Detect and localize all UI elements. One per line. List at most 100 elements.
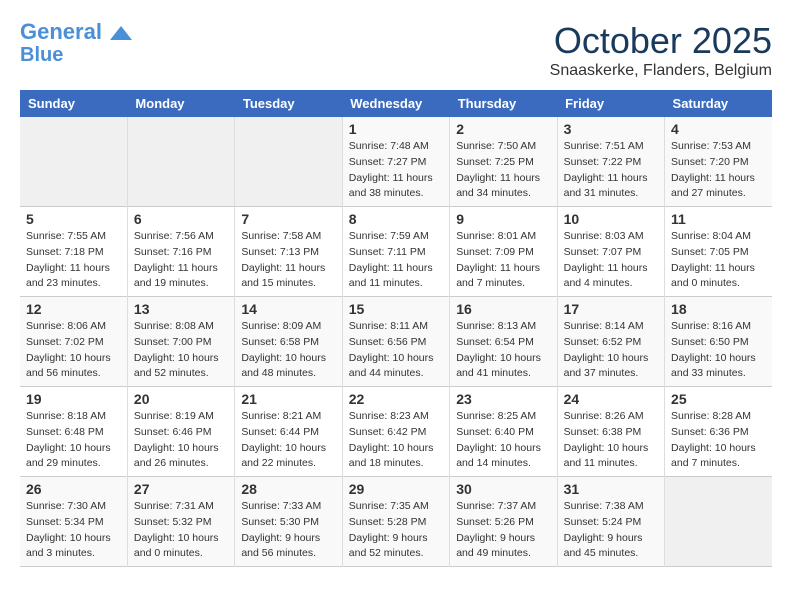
day-number: 20 bbox=[134, 391, 228, 407]
calendar-cell: 7 Sunrise: 7:58 AM Sunset: 7:13 PM Daylig… bbox=[235, 207, 342, 297]
day-info: Sunrise: 8:14 AM Sunset: 6:52 PM Dayligh… bbox=[564, 319, 658, 382]
calendar-cell: 12Sunrise: 8:06 AM Sunset: 7:02 PM Dayli… bbox=[20, 297, 127, 387]
day-header-saturday: Saturday bbox=[665, 90, 772, 117]
day-number: 11 bbox=[671, 211, 766, 227]
calendar-cell: 23Sunrise: 8:25 AM Sunset: 6:40 PM Dayli… bbox=[450, 387, 557, 477]
calendar-cell bbox=[127, 117, 234, 207]
day-number: 29 bbox=[349, 481, 443, 497]
calendar-cell: 29 Sunrise: 7:35 AM Sunset: 5:28 PM Dayli… bbox=[342, 477, 449, 567]
day-number: 8 bbox=[349, 211, 443, 227]
calendar-week-4: 26Sunrise: 7:30 AM Sunset: 5:34 PM Dayli… bbox=[20, 477, 772, 567]
calendar-cell: 22 Sunrise: 8:23 AM Sunset: 6:42 PM Dayli… bbox=[342, 387, 449, 477]
calendar-cell: 19 Sunrise: 8:18 AM Sunset: 6:48 PM Dayli… bbox=[20, 387, 127, 477]
calendar-cell: 3 Sunrise: 7:51 AM Sunset: 7:22 PM Daylig… bbox=[557, 117, 664, 207]
calendar-cell: 17Sunrise: 8:14 AM Sunset: 6:52 PM Dayli… bbox=[557, 297, 664, 387]
title-area: October 2025 Snaaskerke, Flanders, Belgi… bbox=[550, 20, 772, 80]
calendar-cell: 31 Sunrise: 7:38 AM Sunset: 5:24 PM Dayli… bbox=[557, 477, 664, 567]
month-title: October 2025 bbox=[550, 20, 772, 62]
day-number: 15 bbox=[349, 301, 443, 317]
calendar-cell: 14 Sunrise: 8:09 AM Sunset: 6:58 PM Dayli… bbox=[235, 297, 342, 387]
calendar-cell: 30 Sunrise: 7:37 AM Sunset: 5:26 PM Dayli… bbox=[450, 477, 557, 567]
day-number: 6 bbox=[134, 211, 228, 227]
day-info: Sunrise: 8:28 AM Sunset: 6:36 PM Dayligh… bbox=[671, 409, 766, 472]
logo-blue: Blue bbox=[20, 44, 63, 66]
day-info: Sunrise: 8:08 AM Sunset: 7:00 PM Dayligh… bbox=[134, 319, 228, 382]
location-title: Snaaskerke, Flanders, Belgium bbox=[550, 62, 772, 80]
day-header-monday: Monday bbox=[127, 90, 234, 117]
day-number: 21 bbox=[241, 391, 335, 407]
day-header-sunday: Sunday bbox=[20, 90, 127, 117]
day-info: Sunrise: 8:13 AM Sunset: 6:54 PM Dayligh… bbox=[456, 319, 550, 382]
calendar-cell: 4 Sunrise: 7:53 AM Sunset: 7:20 PM Daylig… bbox=[665, 117, 772, 207]
day-info: Sunrise: 7:50 AM Sunset: 7:25 PM Dayligh… bbox=[456, 139, 550, 202]
day-info: Sunrise: 8:11 AM Sunset: 6:56 PM Dayligh… bbox=[349, 319, 443, 382]
day-info: Sunrise: 7:31 AM Sunset: 5:32 PM Dayligh… bbox=[134, 499, 228, 562]
day-number: 4 bbox=[671, 121, 766, 137]
day-info: Sunrise: 8:23 AM Sunset: 6:42 PM Dayligh… bbox=[349, 409, 443, 472]
calendar-cell: 16 Sunrise: 8:13 AM Sunset: 6:54 PM Dayli… bbox=[450, 297, 557, 387]
day-info: Sunrise: 7:35 AM Sunset: 5:28 PM Dayligh… bbox=[349, 499, 443, 562]
calendar-cell bbox=[20, 117, 127, 207]
day-info: Sunrise: 7:48 AM Sunset: 7:27 PM Dayligh… bbox=[349, 139, 443, 202]
day-number: 19 bbox=[26, 391, 121, 407]
day-info: Sunrise: 8:18 AM Sunset: 6:48 PM Dayligh… bbox=[26, 409, 121, 472]
day-info: Sunrise: 8:21 AM Sunset: 6:44 PM Dayligh… bbox=[241, 409, 335, 472]
calendar-cell: 10Sunrise: 8:03 AM Sunset: 7:07 PM Dayli… bbox=[557, 207, 664, 297]
logo: General Blue bbox=[20, 20, 132, 66]
day-info: Sunrise: 7:51 AM Sunset: 7:22 PM Dayligh… bbox=[564, 139, 658, 202]
day-info: Sunrise: 7:58 AM Sunset: 7:13 PM Dayligh… bbox=[241, 229, 335, 292]
day-number: 9 bbox=[456, 211, 550, 227]
day-number: 7 bbox=[241, 211, 335, 227]
day-number: 14 bbox=[241, 301, 335, 317]
day-number: 28 bbox=[241, 481, 335, 497]
logo-text: General bbox=[20, 20, 132, 44]
day-info: Sunrise: 7:53 AM Sunset: 7:20 PM Dayligh… bbox=[671, 139, 766, 202]
calendar-cell: 21 Sunrise: 8:21 AM Sunset: 6:44 PM Dayli… bbox=[235, 387, 342, 477]
day-info: Sunrise: 7:55 AM Sunset: 7:18 PM Dayligh… bbox=[26, 229, 121, 292]
day-number: 31 bbox=[564, 481, 658, 497]
day-info: Sunrise: 7:59 AM Sunset: 7:11 PM Dayligh… bbox=[349, 229, 443, 292]
calendar-cell: 5 Sunrise: 7:55 AM Sunset: 7:18 PM Daylig… bbox=[20, 207, 127, 297]
calendar-cell: 11 Sunrise: 8:04 AM Sunset: 7:05 PM Dayli… bbox=[665, 207, 772, 297]
day-header-wednesday: Wednesday bbox=[342, 90, 449, 117]
calendar-table: SundayMondayTuesdayWednesdayThursdayFrid… bbox=[20, 90, 772, 567]
day-number: 5 bbox=[26, 211, 121, 227]
calendar-cell: 6 Sunrise: 7:56 AM Sunset: 7:16 PM Daylig… bbox=[127, 207, 234, 297]
day-info: Sunrise: 8:04 AM Sunset: 7:05 PM Dayligh… bbox=[671, 229, 766, 292]
calendar-cell bbox=[665, 477, 772, 567]
day-header-friday: Friday bbox=[557, 90, 664, 117]
day-number: 26 bbox=[26, 481, 121, 497]
day-number: 12 bbox=[26, 301, 121, 317]
calendar-cell: 13 Sunrise: 8:08 AM Sunset: 7:00 PM Dayli… bbox=[127, 297, 234, 387]
calendar-cell: 15 Sunrise: 8:11 AM Sunset: 6:56 PM Dayli… bbox=[342, 297, 449, 387]
calendar-cell: 1 Sunrise: 7:48 AM Sunset: 7:27 PM Daylig… bbox=[342, 117, 449, 207]
day-number: 1 bbox=[349, 121, 443, 137]
calendar-cell: 24Sunrise: 8:26 AM Sunset: 6:38 PM Dayli… bbox=[557, 387, 664, 477]
day-info: Sunrise: 7:37 AM Sunset: 5:26 PM Dayligh… bbox=[456, 499, 550, 562]
calendar-cell: 28 Sunrise: 7:33 AM Sunset: 5:30 PM Dayli… bbox=[235, 477, 342, 567]
day-info: Sunrise: 7:56 AM Sunset: 7:16 PM Dayligh… bbox=[134, 229, 228, 292]
calendar-cell: 20Sunrise: 8:19 AM Sunset: 6:46 PM Dayli… bbox=[127, 387, 234, 477]
day-info: Sunrise: 7:33 AM Sunset: 5:30 PM Dayligh… bbox=[241, 499, 335, 562]
calendar-week-1: 5 Sunrise: 7:55 AM Sunset: 7:18 PM Daylig… bbox=[20, 207, 772, 297]
calendar-cell: 25Sunrise: 8:28 AM Sunset: 6:36 PM Dayli… bbox=[665, 387, 772, 477]
calendar-week-2: 12Sunrise: 8:06 AM Sunset: 7:02 PM Dayli… bbox=[20, 297, 772, 387]
day-header-tuesday: Tuesday bbox=[235, 90, 342, 117]
day-number: 30 bbox=[456, 481, 550, 497]
day-number: 16 bbox=[456, 301, 550, 317]
day-number: 18 bbox=[671, 301, 766, 317]
day-number: 22 bbox=[349, 391, 443, 407]
calendar-cell bbox=[235, 117, 342, 207]
page-header: General Blue October 2025 Snaaskerke, Fl… bbox=[20, 20, 772, 80]
day-number: 13 bbox=[134, 301, 228, 317]
day-info: Sunrise: 8:16 AM Sunset: 6:50 PM Dayligh… bbox=[671, 319, 766, 382]
day-info: Sunrise: 8:01 AM Sunset: 7:09 PM Dayligh… bbox=[456, 229, 550, 292]
calendar-week-3: 19 Sunrise: 8:18 AM Sunset: 6:48 PM Dayli… bbox=[20, 387, 772, 477]
logo-icon bbox=[110, 26, 132, 40]
calendar-cell: 8 Sunrise: 7:59 AM Sunset: 7:11 PM Daylig… bbox=[342, 207, 449, 297]
calendar-cell: 9 Sunrise: 8:01 AM Sunset: 7:09 PM Daylig… bbox=[450, 207, 557, 297]
day-number: 24 bbox=[564, 391, 658, 407]
day-info: Sunrise: 7:38 AM Sunset: 5:24 PM Dayligh… bbox=[564, 499, 658, 562]
day-info: Sunrise: 8:09 AM Sunset: 6:58 PM Dayligh… bbox=[241, 319, 335, 382]
day-number: 3 bbox=[564, 121, 658, 137]
